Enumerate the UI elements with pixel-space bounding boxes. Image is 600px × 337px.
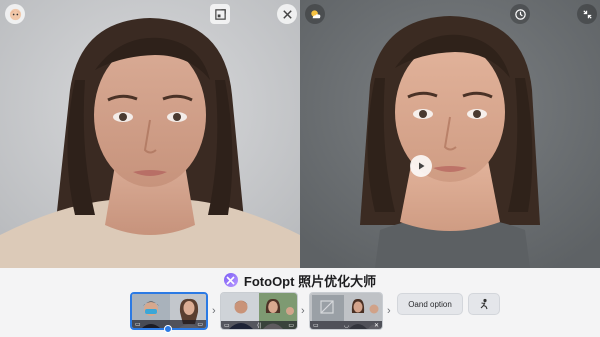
optimized-photo-panel: [300, 0, 600, 268]
profile-icon[interactable]: [5, 4, 25, 24]
option-button[interactable]: Oand option: [397, 293, 463, 315]
brand-header: FotoOpt 照片优化大师: [0, 268, 600, 292]
thumb-2-bar: ▭ ⟨| ▭: [221, 321, 297, 329]
thumb-3-bar-right: ✕: [373, 322, 379, 329]
close-icon[interactable]: [277, 4, 297, 24]
arrow-3-icon: ›: [387, 305, 391, 317]
filmstrip: ▭ ▭ › ▭ ⟨| ▭ › ▭ ◡ ✕ › Oand option: [0, 292, 600, 337]
option-button-label: Oand option: [408, 299, 452, 309]
collapse-icon[interactable]: [577, 4, 597, 24]
thumb-1-bar-right: ▭: [197, 321, 203, 328]
thumb-3-bar-left: ▭: [313, 322, 319, 329]
thumb-3-bar: ▭ ◡ ✕: [310, 321, 382, 329]
thumb-2-bar-mid: ⟨|: [257, 322, 261, 329]
thumb-2-bar-left: ▭: [224, 322, 230, 329]
original-portrait: [0, 0, 300, 268]
optimized-portrait: [300, 0, 600, 268]
person-pose-icon[interactable]: [468, 293, 500, 315]
thumb-3-bar-mid: ◡: [343, 322, 349, 329]
arrow-2-icon: ›: [301, 305, 305, 317]
timer-icon[interactable]: [510, 4, 530, 24]
thumb-3[interactable]: ▭ ◡ ✕: [309, 292, 383, 330]
original-photo-panel: [0, 0, 300, 268]
weather-icon[interactable]: [305, 4, 325, 24]
brand-title: FotoOpt 照片优化大师: [243, 273, 377, 289]
comparison-stage: [0, 0, 600, 268]
selected-indicator: [164, 325, 172, 333]
fotoopt-logo-icon: [223, 273, 238, 287]
play-icon[interactable]: [410, 155, 432, 177]
thumb-1-bar-left: ▭: [135, 321, 141, 328]
thumb-2[interactable]: ▭ ⟨| ▭: [220, 292, 298, 330]
arrow-1-icon: ›: [212, 305, 216, 317]
thumb-2-bar-right: ▭: [288, 322, 294, 329]
crop-icon[interactable]: [210, 4, 230, 24]
